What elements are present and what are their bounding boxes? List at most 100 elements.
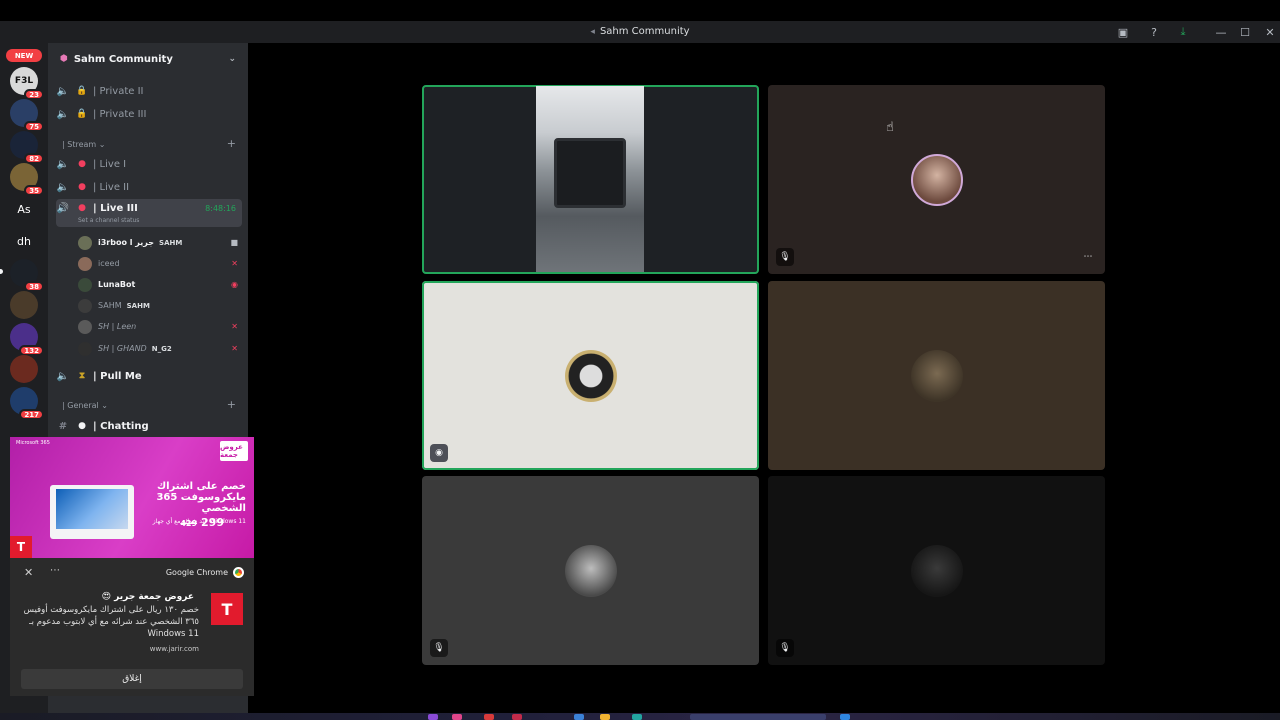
channel-chatting[interactable]: # ● | Chatting [56, 416, 242, 436]
mention-badge: 35 [24, 185, 44, 196]
add-channel-icon[interactable]: + [227, 398, 236, 411]
mention-badge: 82 [24, 153, 44, 164]
video-tile-user[interactable]: 🎙 ⋯ [768, 85, 1105, 274]
speaker-icon: ◂ [590, 27, 595, 37]
taskbar-app-icon[interactable] [428, 714, 438, 720]
voice-user[interactable]: i3rboo l جرير SAHM ■ [78, 233, 240, 252]
new-badge[interactable]: NEW [6, 49, 42, 62]
notification-app: Google Chrome [166, 567, 244, 578]
lock-icon: 🔒 [76, 86, 88, 96]
channel-label: | Pull Me [93, 370, 142, 382]
taskbar-app-icon[interactable] [512, 714, 522, 720]
taskbar-app-icon[interactable] [484, 714, 494, 720]
channel-private-iii[interactable]: 🔈 🔒 | Private III [56, 104, 242, 124]
taskbar-app-icon[interactable] [452, 714, 462, 720]
close-icon[interactable]: ✕ [24, 566, 33, 579]
close-icon[interactable]: ✕ [1262, 24, 1278, 40]
window-title: ◂ Sahm Community [0, 26, 1280, 37]
category-label: | General [62, 401, 99, 410]
clan-tag: N_G2 [151, 344, 172, 353]
server-icon[interactable]: 82 [10, 131, 44, 164]
video-tile-bot[interactable]: ◉ [422, 281, 759, 470]
avatar [910, 544, 963, 597]
top-black-band [0, 0, 1280, 21]
notification-url: www.jarir.com [149, 645, 199, 653]
server-name: Sahm Community [73, 53, 173, 65]
channel-pull-me[interactable]: 🔈 ⧗ | Pull Me [56, 366, 242, 386]
voice-user-name: iceed [98, 259, 120, 268]
mic-icon: 🎙 [430, 639, 448, 657]
channel-private-ii[interactable]: 🔈 🔒 | Private II [56, 81, 242, 101]
ad-old-price: 429 [180, 519, 198, 528]
minimize-icon[interactable]: — [1213, 24, 1229, 40]
channel-label: | Live III [93, 203, 138, 214]
voice-user[interactable]: SAHM SAHM [78, 296, 240, 315]
server-icon-as[interactable]: As [10, 195, 38, 223]
server-icon[interactable] [10, 291, 38, 319]
muted-mic-icon: ✕ [231, 344, 238, 353]
window-title-text: Sahm Community [599, 26, 690, 37]
help-icon[interactable]: ? [1146, 24, 1162, 40]
chevron-down-icon[interactable]: ⌄ [228, 54, 236, 64]
add-channel-icon[interactable]: + [227, 137, 236, 150]
channel-label: | Private II [93, 85, 144, 97]
taskbar-app-icon[interactable] [840, 714, 850, 720]
channel-live-i[interactable]: 🔈 ● | Live I [56, 154, 242, 174]
server-icon[interactable]: 217 [10, 387, 44, 420]
taskbar-active-app[interactable] [690, 714, 826, 720]
avatar [78, 256, 92, 271]
mention-badge: 23 [24, 89, 44, 100]
mic-icon: 🎙 [776, 248, 794, 266]
lock-icon: 🔒 [76, 109, 88, 119]
red-circle-icon: ● [78, 182, 86, 192]
more-options-icon[interactable]: ⋯ [50, 565, 60, 576]
category-stream[interactable]: | Stream ⌄ [62, 140, 105, 149]
voice-user[interactable]: SH | Leen ✕ [78, 317, 240, 336]
inbox-icon[interactable]: ▣ [1115, 24, 1131, 40]
channel-label: | Private III [93, 108, 147, 120]
channel-live-ii[interactable]: 🔈 ● | Live II [56, 177, 242, 197]
avatar [78, 235, 92, 250]
camera-icon: ■ [230, 238, 238, 247]
avatar [564, 544, 617, 597]
taskbar-app-icon[interactable] [600, 714, 610, 720]
voice-user[interactable]: LunaBot ◉ [78, 275, 240, 294]
server-header[interactable]: ⬢ Sahm Community ⌄ [48, 43, 248, 75]
notification-ad-image[interactable]: Microsoft 365 عروض جمعة خصم على اشتراك م… [10, 437, 254, 558]
server-icon-f3l[interactable]: F3L 23 [10, 67, 44, 100]
server-icon[interactable]: 35 [10, 163, 44, 196]
taskbar [0, 713, 1280, 720]
voice-user[interactable]: iceed ✕ [78, 254, 240, 273]
hourglass-icon: ⧗ [78, 371, 86, 381]
server-icon[interactable]: 75 [10, 99, 44, 132]
video-tile-user[interactable]: 🎙 [768, 476, 1105, 665]
taskbar-app-icon[interactable] [574, 714, 584, 720]
server-icon[interactable]: 132 [10, 323, 44, 356]
laptop-screen [56, 489, 128, 529]
server-icon[interactable] [10, 355, 38, 383]
video-tile-user[interactable] [768, 281, 1105, 470]
ad-brand: Microsoft 365 [16, 440, 50, 446]
more-options-icon[interactable]: ⋯ [1079, 248, 1097, 266]
voice-user[interactable]: SH | GHAND N_G2 ✕ [78, 339, 240, 358]
mention-badge: 217 [19, 409, 44, 420]
server-label: F3L [14, 76, 34, 86]
maximize-icon[interactable]: ☐ [1237, 24, 1253, 40]
ad-new-price: 299 [201, 516, 224, 529]
download-icon[interactable]: ⤓ [1175, 24, 1191, 40]
channel-live-iii[interactable]: 🔊 ● | Live III 8:48:16 Set a channel statu… [56, 199, 242, 227]
server-icon-dh[interactable]: dh [10, 227, 38, 255]
video-tile-user[interactable]: 🎙 [422, 476, 759, 665]
channel-label: | Live II [93, 181, 130, 193]
jarir-logo-icon: T [10, 536, 32, 558]
channel-status-input[interactable]: Set a channel status [78, 217, 139, 224]
category-general[interactable]: | General ⌄ [62, 401, 108, 410]
red-circle-icon: ● [78, 159, 86, 169]
avatar [910, 349, 963, 402]
red-circle-icon: ● [78, 203, 86, 213]
notification-close-button[interactable]: إغلاق [21, 669, 243, 689]
video-tile-stream[interactable] [422, 85, 759, 274]
taskbar-app-icon[interactable] [632, 714, 642, 720]
server-icon[interactable]: 38 [10, 259, 44, 292]
clan-tag: SAHM [126, 301, 150, 310]
